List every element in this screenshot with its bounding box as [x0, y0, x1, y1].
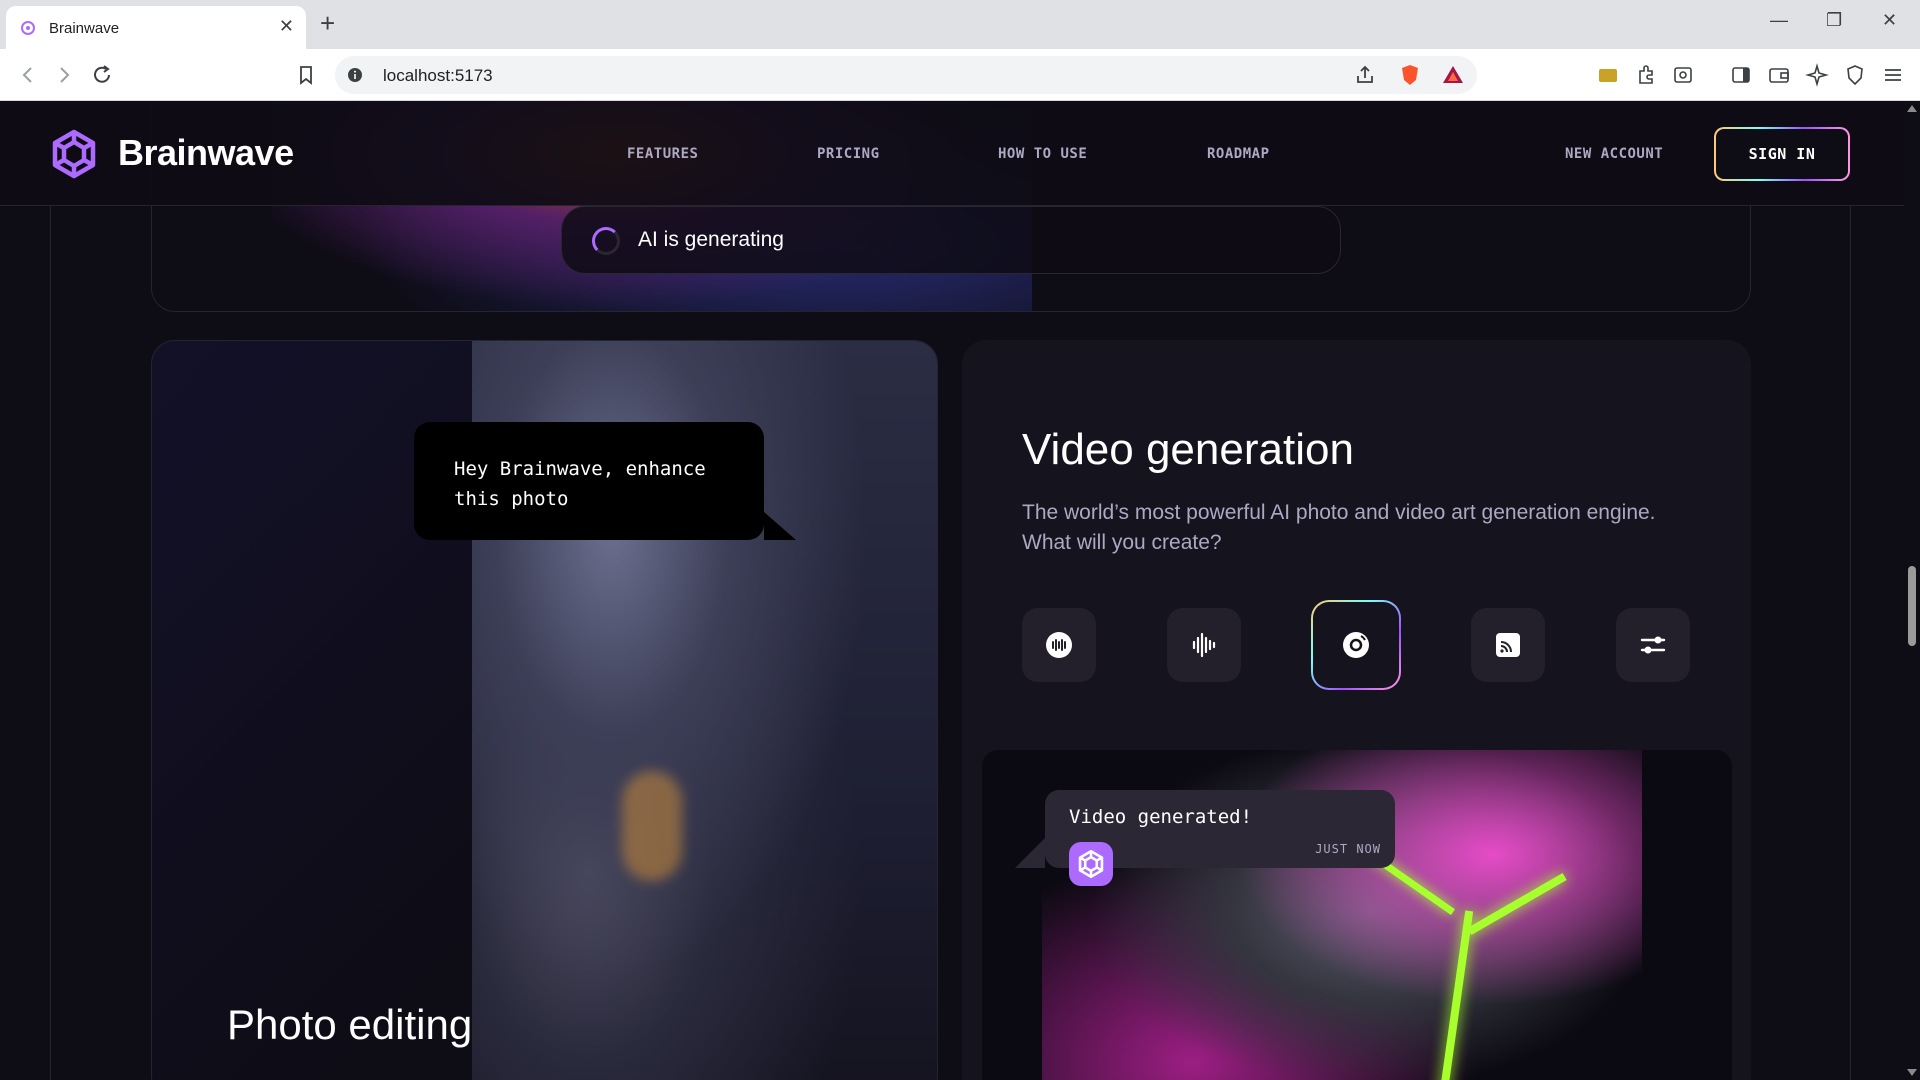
nav-roadmap[interactable]: ROADMAP [1207, 146, 1270, 162]
brainwave-avatar [1069, 842, 1113, 886]
generating-status: AI is generating [561, 206, 1341, 274]
menu-icon[interactable] [1880, 62, 1906, 88]
sidebar-icon[interactable] [1728, 62, 1754, 88]
photo-editing-title: Photo editing [227, 1001, 473, 1048]
generated-video-preview[interactable]: Video generated! JUST NOW [982, 750, 1732, 1080]
brainwave-favicon-icon [21, 21, 35, 35]
record-icon [1046, 632, 1072, 658]
generating-text: AI is generating [638, 228, 784, 251]
sliders-icon [1640, 636, 1666, 654]
sign-in-label: SIGN IN [1716, 129, 1848, 179]
site-header: Brainwave FEATURES PRICING HOW TO USE RO… [0, 101, 1904, 206]
tab-title: Brainwave [49, 20, 120, 37]
share-icon[interactable] [1352, 62, 1378, 88]
reload-icon[interactable] [88, 61, 116, 89]
leo-ai-icon[interactable] [1804, 62, 1830, 88]
new-account-link[interactable]: NEW ACCOUNT [1565, 146, 1663, 162]
window-close-icon[interactable]: ✕ [1882, 10, 1897, 31]
scroll-down-icon[interactable] [1907, 1069, 1917, 1076]
sign-in-button[interactable]: SIGN IN [1714, 127, 1850, 181]
brave-rewards-icon[interactable] [1440, 62, 1466, 88]
prompt-text: Hey Brainwave, enhance this photo [454, 458, 706, 510]
prompt-bubble: Hey Brainwave, enhance this photo [414, 422, 796, 540]
scrollbar-thumb[interactable] [1908, 566, 1916, 646]
browser-tab[interactable]: Brainwave ✕ [6, 6, 306, 49]
brave-shield-icon[interactable] [1397, 62, 1423, 88]
notification-time: JUST NOW [1315, 842, 1381, 856]
brainwave-logo-icon [1078, 850, 1104, 878]
settings-sliders-button[interactable] [1616, 608, 1690, 682]
video-generated-notification: Video generated! JUST NOW [1015, 790, 1395, 886]
restore-icon[interactable]: ❐ [1826, 10, 1842, 31]
video-generation-title: Video generation [1022, 425, 1354, 474]
notification-text: Video generated! [1069, 806, 1253, 828]
disc-icon [1343, 632, 1369, 658]
vpn-shield-icon[interactable] [1842, 62, 1868, 88]
reader-icon[interactable] [1670, 62, 1696, 88]
browser-toolbar: localhost:5173 [0, 49, 1920, 101]
nav-features[interactable]: FEATURES [627, 146, 698, 162]
minimize-icon[interactable]: — [1770, 10, 1788, 31]
photo-editing-card: Hey Brainwave, enhance this photo Photo … [151, 340, 938, 1080]
forward-icon[interactable] [50, 61, 78, 89]
site-info-icon[interactable] [347, 67, 363, 83]
nav-how-to-use[interactable]: HOW TO USE [998, 146, 1087, 162]
brand-name[interactable]: Brainwave [118, 132, 294, 174]
waveform-button[interactable] [1167, 608, 1241, 682]
cast-icon [1496, 633, 1520, 657]
disc-button-inner [1313, 602, 1399, 688]
record-button[interactable] [1022, 608, 1096, 682]
waveform-icon [1192, 632, 1216, 658]
tab-close-icon[interactable]: ✕ [279, 16, 294, 37]
page-scrollbar[interactable] [1904, 101, 1920, 1080]
url-text: localhost:5173 [383, 66, 493, 85]
extensions-icon[interactable] [1633, 62, 1659, 88]
wallet-badge-icon[interactable] [1595, 62, 1621, 88]
new-tab-button[interactable]: + [320, 9, 335, 37]
page-frame-line-left [50, 101, 51, 1080]
browser-tab-bar: Brainwave ✕ + — ❐ ✕ [0, 0, 1920, 49]
page-frame-line-right [1850, 101, 1851, 1080]
cast-button[interactable] [1471, 608, 1545, 682]
back-icon[interactable] [14, 61, 42, 89]
loading-spinner-icon [592, 227, 620, 255]
video-generation-description: The world’s most powerful AI photo and v… [1022, 501, 1656, 554]
address-bar[interactable]: localhost:5173 [335, 56, 1477, 94]
page-viewport: AI is generating Brainwave FEATURES PRIC… [0, 101, 1904, 1080]
brainwave-logo-icon[interactable] [48, 128, 100, 180]
robot-accent-detail [622, 771, 682, 881]
nav-pricing[interactable]: PRICING [817, 146, 880, 162]
video-generation-card: Video generation The world’s most powerf… [962, 340, 1751, 1080]
wallet-icon[interactable] [1766, 62, 1792, 88]
disc-button-active[interactable] [1311, 600, 1401, 690]
bookmark-icon[interactable] [292, 61, 320, 89]
scroll-up-icon[interactable] [1907, 105, 1917, 112]
